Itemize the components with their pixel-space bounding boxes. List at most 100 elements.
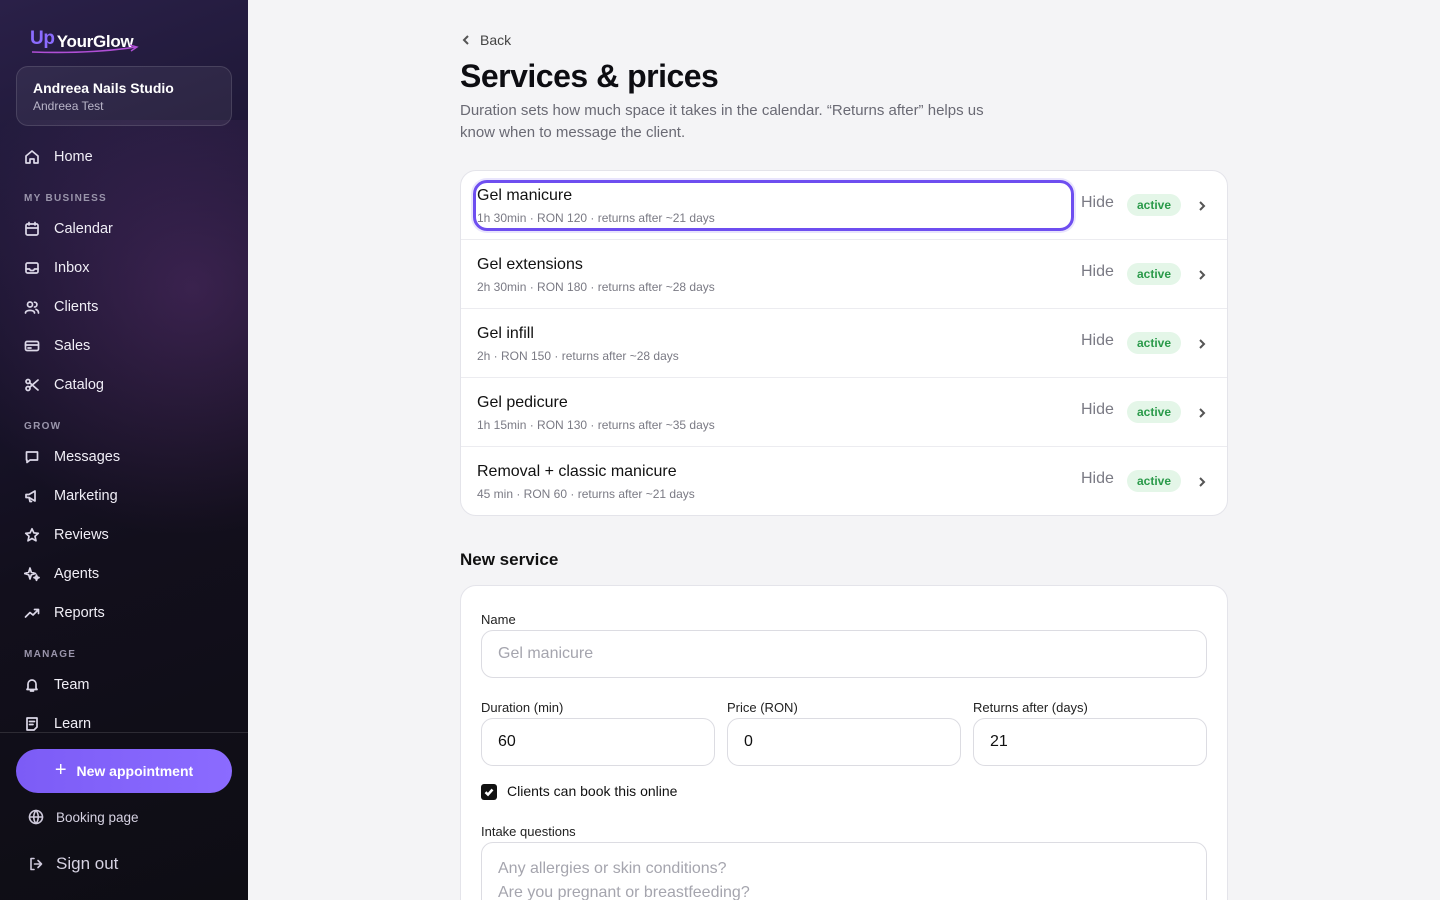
intake-placeholder-line: Are you pregnant or breastfeeding? xyxy=(498,884,750,900)
nav-item-team[interactable]: Team xyxy=(24,674,89,696)
chat-icon xyxy=(25,451,39,464)
sidebar: Up YourGlow Andreea Nails Studio Andreea … xyxy=(0,0,248,900)
chevron-right-icon[interactable] xyxy=(1197,337,1207,349)
hide-button[interactable]: Hide xyxy=(1081,263,1114,281)
plus-icon: + xyxy=(54,759,67,781)
new-appointment-label: New appointment xyxy=(76,763,194,779)
hide-button[interactable]: Hide xyxy=(1081,332,1114,350)
sidebar-divider xyxy=(0,732,248,733)
service-name-input[interactable] xyxy=(481,630,1207,678)
booking-page-label: Booking page xyxy=(56,809,139,825)
services-list: Gel manicure 1h 30min · RON 120 · return… xyxy=(460,170,1228,516)
service-meta: 1h 30min · RON 120 · returns after ~21 d… xyxy=(477,211,715,225)
chevron-right-icon[interactable] xyxy=(1197,268,1207,280)
nav-item-label: Agents xyxy=(54,566,100,582)
studio-name: Andreea Nails Studio xyxy=(33,80,174,96)
section-my-business: MY BUSINESS xyxy=(24,193,108,204)
nav-item-agents[interactable]: Agents xyxy=(24,563,99,585)
service-row[interactable]: Removal + classic manicure 45 min · RON … xyxy=(461,447,1227,515)
hide-button[interactable]: Hide xyxy=(1081,194,1114,212)
star-icon xyxy=(24,527,40,542)
nav-item-label: Reports xyxy=(54,605,105,621)
hide-button[interactable]: Hide xyxy=(1081,401,1114,419)
calendar-icon xyxy=(25,221,39,236)
service-row[interactable]: Gel extensions 2h 30min · RON 180 · retu… xyxy=(461,240,1227,309)
new-appointment-button[interactable]: + New appointment xyxy=(16,749,232,793)
chevron-left-icon xyxy=(462,35,469,45)
bell-icon xyxy=(26,679,38,692)
status-badge: active xyxy=(1127,470,1182,492)
sparkles-icon xyxy=(24,567,40,582)
hide-button[interactable]: Hide xyxy=(1081,470,1114,488)
studio-owner: Andreea Test xyxy=(33,99,104,113)
nav-item-marketing[interactable]: Marketing xyxy=(24,485,118,507)
home-icon xyxy=(25,150,39,164)
sign-out-icon xyxy=(30,857,43,871)
name-label: Name xyxy=(481,612,516,627)
service-meta: 2h · RON 150 · returns after ~28 days xyxy=(477,349,679,363)
sign-out-link[interactable]: Sign out xyxy=(28,854,118,874)
section-grow: GROW xyxy=(24,421,62,432)
nav-item-label: Home xyxy=(54,149,93,165)
scissors-icon xyxy=(25,378,39,392)
page-title: Services & prices xyxy=(460,58,719,94)
service-row[interactable]: Gel pedicure 1h 15min · RON 130 · return… xyxy=(461,378,1227,447)
nav-item-home[interactable]: Home xyxy=(24,146,93,168)
users-icon xyxy=(24,301,40,314)
logo-swoosh-icon xyxy=(31,44,139,54)
service-name: Gel pedicure xyxy=(477,394,568,411)
globe-icon xyxy=(28,809,44,825)
online-booking-label[interactable]: Clients can book this online xyxy=(507,783,677,799)
duration-input[interactable] xyxy=(481,718,715,766)
duration-label: Duration (min) xyxy=(481,700,564,715)
nav-item-label: Clients xyxy=(54,299,99,315)
status-badge: active xyxy=(1127,263,1182,285)
nav-item-label: Sales xyxy=(54,338,91,354)
nav-item-messages[interactable]: Messages xyxy=(24,446,120,468)
booking-page-link[interactable]: Booking page xyxy=(28,809,139,825)
nav-item-label: Learn xyxy=(54,716,92,732)
back-link[interactable]: Back xyxy=(460,32,511,48)
page-description: Duration sets how much space it takes in… xyxy=(460,102,984,141)
nav-item-sales[interactable]: Sales xyxy=(24,335,90,357)
status-badge: active xyxy=(1127,332,1182,354)
chevron-right-icon[interactable] xyxy=(1197,199,1207,211)
nav-item-reports[interactable]: Reports xyxy=(24,602,105,624)
studio-switcher[interactable]: Andreea Nails Studio Andreea Test xyxy=(16,66,232,126)
service-name: Gel extensions xyxy=(477,256,583,273)
intake-placeholder-line: Any allergies or skin conditions? xyxy=(498,860,727,877)
nav-item-label: Reviews xyxy=(54,527,109,543)
service-meta: 45 min · RON 60 · returns after ~21 days xyxy=(477,487,695,501)
back-label: Back xyxy=(480,32,512,48)
credit-card-icon xyxy=(24,340,40,352)
trend-up-icon xyxy=(24,608,40,618)
sign-out-label: Sign out xyxy=(56,854,119,873)
new-service-title: New service xyxy=(460,550,559,569)
section-manage: MANAGE xyxy=(24,649,77,660)
nav-item-label: Messages xyxy=(54,449,121,465)
service-row[interactable]: Gel manicure 1h 30min · RON 120 · return… xyxy=(461,171,1227,240)
nav-item-label: Team xyxy=(54,677,90,693)
nav-item-label: Inbox xyxy=(54,260,90,276)
service-name: Gel infill xyxy=(477,325,534,342)
price-label: Price (RON) xyxy=(727,700,798,715)
intake-questions-textarea[interactable]: Any allergies or skin conditions? Are yo… xyxy=(481,842,1207,900)
service-meta: 1h 15min · RON 130 · returns after ~35 d… xyxy=(477,418,715,432)
returns-after-input[interactable] xyxy=(973,718,1207,766)
nav-item-label: Catalog xyxy=(54,377,104,393)
chevron-right-icon[interactable] xyxy=(1197,406,1207,418)
nav-item-label: Marketing xyxy=(54,488,118,504)
nav-item-inbox[interactable]: Inbox xyxy=(24,257,89,279)
nav-item-calendar[interactable]: Calendar xyxy=(24,218,113,240)
service-row[interactable]: Gel infill 2h · RON 150 · returns after … xyxy=(461,309,1227,378)
check-icon xyxy=(484,788,494,797)
nav-item-catalog[interactable]: Catalog xyxy=(24,374,104,396)
chevron-right-icon[interactable] xyxy=(1197,475,1207,487)
nav-item-clients[interactable]: Clients xyxy=(24,296,98,318)
returns-after-label: Returns after (days) xyxy=(973,700,1088,715)
price-input[interactable] xyxy=(727,718,961,766)
nav-item-reviews[interactable]: Reviews xyxy=(24,524,109,546)
status-badge: active xyxy=(1127,194,1182,216)
document-icon xyxy=(26,717,38,731)
online-booking-checkbox[interactable] xyxy=(481,784,497,800)
